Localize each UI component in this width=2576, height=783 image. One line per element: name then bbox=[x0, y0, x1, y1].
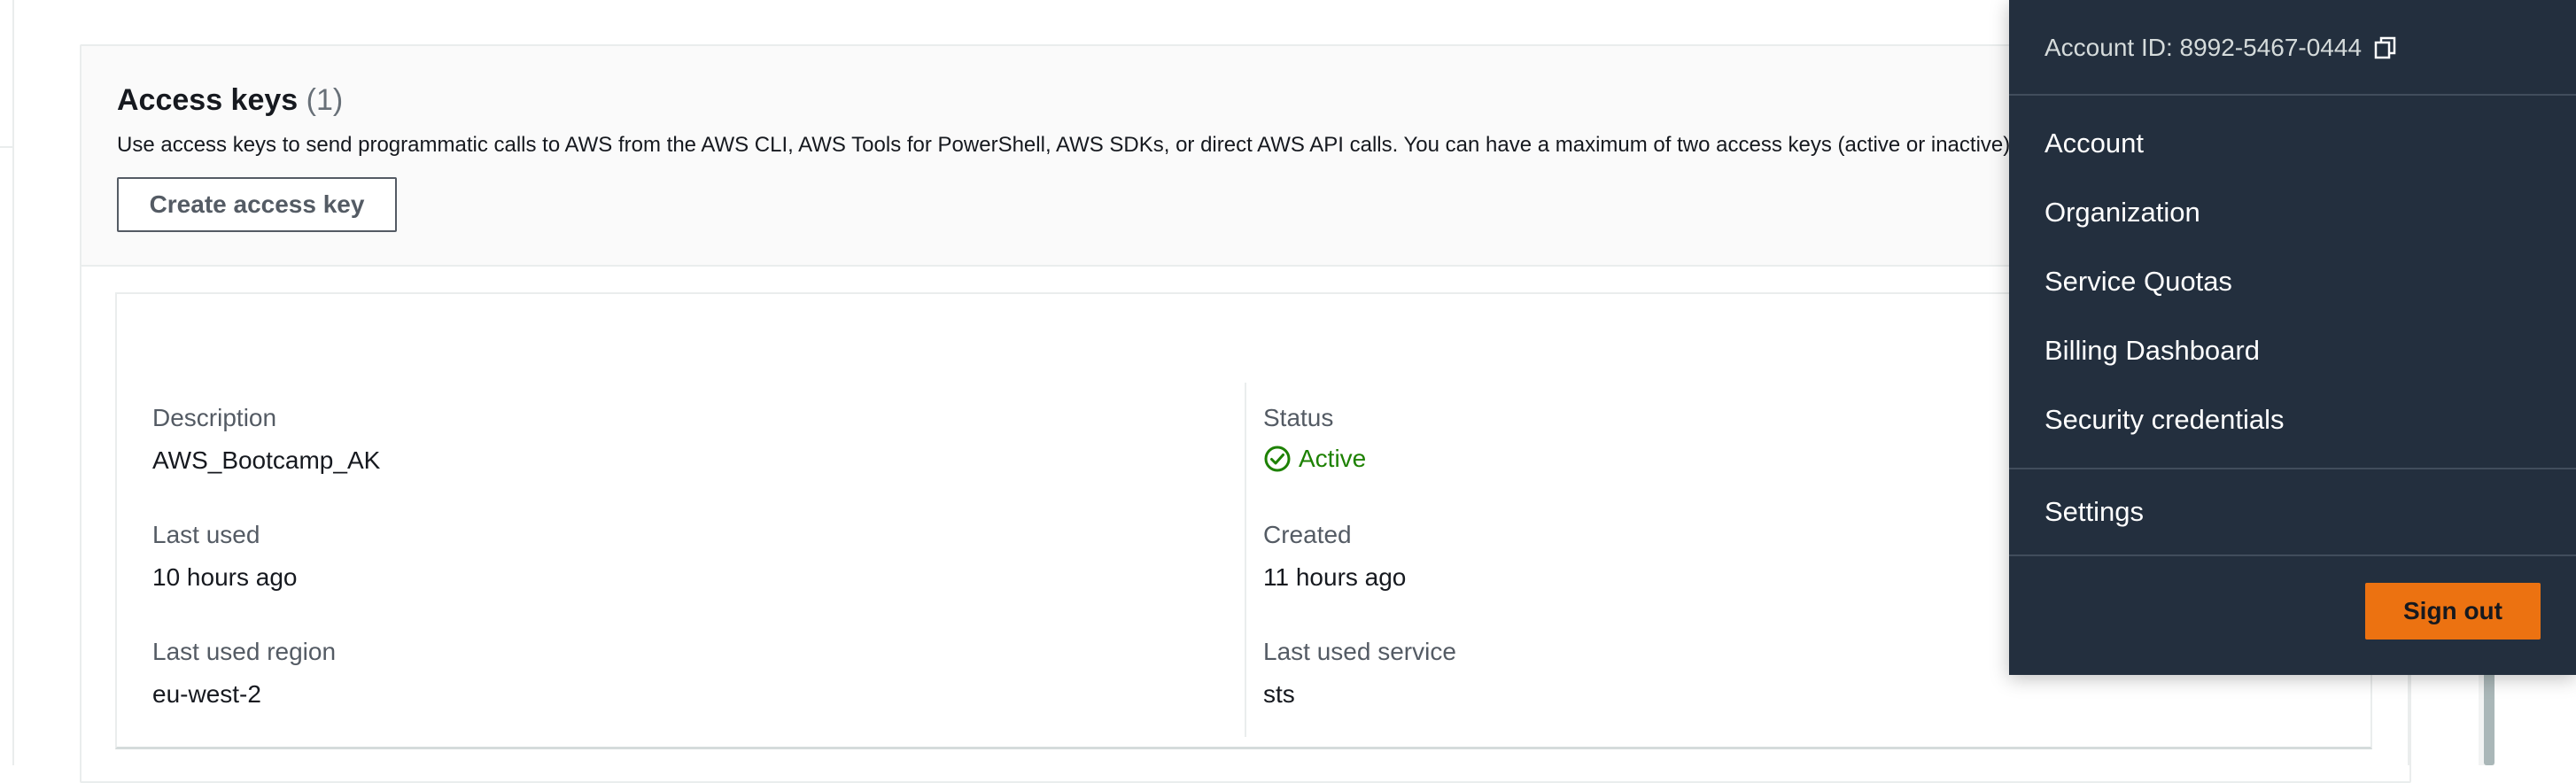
status-badge: Active bbox=[1263, 445, 1366, 473]
column-divider bbox=[1245, 383, 1246, 737]
menu-divider bbox=[2009, 468, 2576, 469]
last-used-region-label: Last used region bbox=[152, 638, 337, 665]
last-used-value: 10 hours ago bbox=[152, 563, 298, 591]
access-keys-description: Use access keys to send programmatic cal… bbox=[117, 133, 2066, 157]
account-id: Account ID: 8992-5467-0444 bbox=[2045, 34, 2399, 62]
access-keys-count: (1) bbox=[306, 83, 344, 117]
menu-item-account[interactable]: Account bbox=[2045, 128, 2144, 159]
create-access-key-button[interactable]: Create access key bbox=[117, 177, 397, 232]
menu-item-billing-dashboard[interactable]: Billing Dashboard bbox=[2045, 335, 2260, 367]
status-value: Active bbox=[1299, 445, 1367, 472]
last-used-region-value: eu-west-2 bbox=[152, 680, 261, 708]
account-id-text: Account ID: 8992-5467-0444 bbox=[2045, 34, 2363, 61]
check-circle-icon bbox=[1264, 446, 1291, 472]
created-value: 11 hours ago bbox=[1263, 563, 1407, 591]
status-label: Status bbox=[1263, 404, 1334, 431]
menu-divider bbox=[2009, 94, 2576, 96]
last-used-label: Last used bbox=[152, 521, 260, 548]
menu-item-security-credentials[interactable]: Security credentials bbox=[2045, 404, 2285, 436]
menu-item-organization[interactable]: Organization bbox=[2045, 197, 2200, 229]
key-details-left: Description AWS_Bootcamp_AK Last used 10… bbox=[152, 294, 1215, 747]
created-label: Created bbox=[1263, 521, 1352, 548]
description-label: Description bbox=[152, 404, 277, 431]
left-border bbox=[12, 0, 14, 765]
copy-icon[interactable] bbox=[2372, 35, 2399, 61]
access-keys-title-text: Access keys bbox=[117, 83, 299, 117]
last-used-service-label: Last used service bbox=[1263, 638, 1456, 665]
left-divider bbox=[0, 146, 14, 148]
last-used-service-value: sts bbox=[1263, 680, 1295, 708]
menu-divider bbox=[2009, 554, 2576, 556]
sign-out-button[interactable]: Sign out bbox=[2365, 583, 2541, 640]
account-menu: Account ID: 8992-5467-0444 Account Organ… bbox=[2009, 0, 2576, 675]
container-right-border bbox=[2408, 673, 2409, 765]
menu-item-service-quotas[interactable]: Service Quotas bbox=[2045, 266, 2232, 298]
description-value: AWS_Bootcamp_AK bbox=[152, 446, 381, 474]
access-keys-title: Access keys (1) bbox=[117, 83, 343, 118]
menu-item-settings[interactable]: Settings bbox=[2045, 496, 2144, 528]
